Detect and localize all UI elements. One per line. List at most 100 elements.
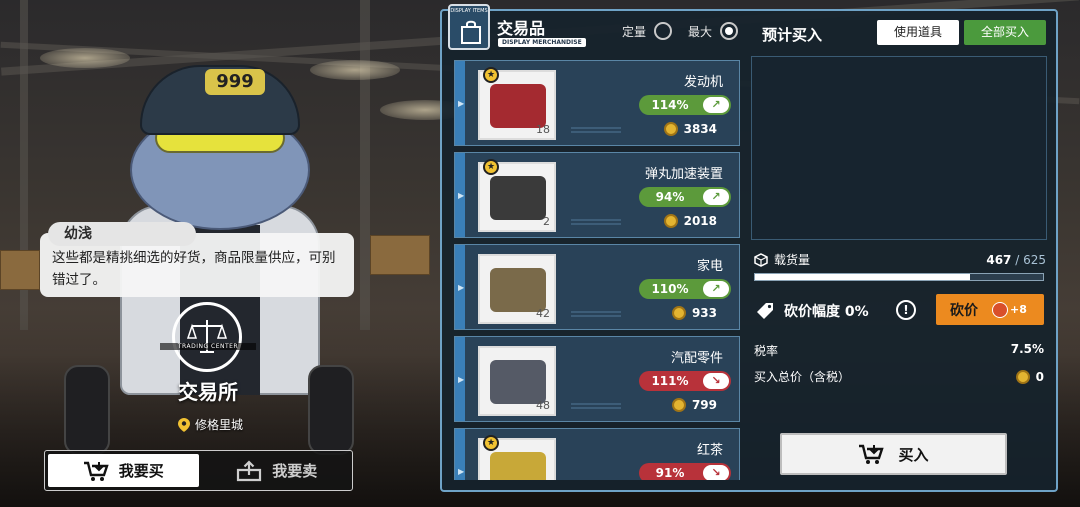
item-name: 红茶 bbox=[696, 443, 723, 458]
bargain-button[interactable]: 砍价 +8 bbox=[936, 294, 1044, 325]
item-price-value: 2018 bbox=[683, 214, 717, 228]
total-label: 买入总价（含税） bbox=[754, 370, 851, 384]
cargo-capacity: 载货量 467 / 625 bbox=[754, 251, 1046, 281]
station-name: 交易所 bbox=[178, 380, 238, 404]
item-price-value: 933 bbox=[691, 306, 717, 320]
item-ratio-value: 91% bbox=[655, 466, 685, 480]
item-thumbnail: 42 bbox=[478, 254, 556, 324]
trend-arrow-icon: ↗ bbox=[703, 189, 729, 205]
expand-arrow-icon[interactable]: ▶ bbox=[458, 283, 464, 292]
item-ratio-value: 94% bbox=[655, 190, 685, 204]
cargo-max: 625 bbox=[1023, 252, 1046, 267]
merchandise-item[interactable]: ▶ 42 家电 110% ↗ 933 bbox=[454, 244, 740, 330]
display-items-caption: DISPLAY ITEMS bbox=[450, 8, 488, 14]
buy-all-button[interactable]: 全部买入 bbox=[964, 20, 1046, 45]
coin-icon bbox=[663, 122, 678, 136]
item-name: 家电 bbox=[696, 259, 723, 274]
item-art bbox=[490, 268, 546, 312]
option-fixed-label: 定量 bbox=[622, 24, 647, 39]
expand-arrow-icon[interactable]: ▶ bbox=[458, 99, 464, 108]
dialog-speaker-name: 幼浅 bbox=[48, 222, 196, 246]
expand-arrow-icon[interactable]: ▶ bbox=[458, 375, 464, 384]
item-price-ratio: 91% ↘ bbox=[639, 463, 731, 480]
star-icon: ★ bbox=[483, 435, 499, 451]
use-item-button[interactable]: 使用道具 bbox=[877, 20, 959, 45]
sell-icon bbox=[237, 459, 262, 481]
trend-arrow-icon: ↘ bbox=[703, 373, 729, 389]
hat-badge: 999 bbox=[205, 69, 265, 95]
item-price-value: 799 bbox=[691, 398, 717, 412]
tax-label: 税率 bbox=[754, 344, 779, 358]
tab-buy[interactable]: 我要买 bbox=[48, 454, 199, 487]
bargain-label: 砍价幅度 0% bbox=[784, 304, 869, 320]
radio-fixed[interactable] bbox=[654, 22, 673, 40]
cart-icon bbox=[83, 461, 109, 481]
dialog-text: 这些都是精挑细选的好货，商品限量供应，可别错过了。 bbox=[52, 250, 336, 288]
station-location: 修格里城 bbox=[178, 416, 243, 433]
item-name: 弹丸加速装置 bbox=[644, 167, 723, 182]
coin-icon bbox=[671, 306, 686, 320]
scales-icon bbox=[186, 320, 228, 353]
tab-sell-label: 我要卖 bbox=[272, 462, 318, 480]
location-name: 修格里城 bbox=[195, 418, 244, 432]
merchandise-list[interactable]: ▶ ★ 18 发动机 114% ↗ 3834 ▶ ★ 2 弹丸加速装置 94% ↗ 2018 ▶ 42 家电 11… bbox=[454, 60, 746, 480]
shopping-bag-icon bbox=[461, 20, 481, 44]
cart-icon bbox=[859, 444, 885, 464]
expand-arrow-icon[interactable]: ▶ bbox=[458, 191, 464, 200]
item-decor-lines bbox=[571, 403, 621, 413]
total-value-wrap: 0 bbox=[1015, 369, 1044, 384]
coin-icon bbox=[663, 214, 678, 228]
item-price: 2018 bbox=[663, 214, 717, 228]
trend-arrow-icon: ↗ bbox=[703, 97, 729, 113]
bargain-info-icon[interactable]: ! bbox=[896, 300, 916, 320]
option-fixed-quantity[interactable]: 定量 bbox=[622, 22, 673, 40]
tab-sell[interactable]: 我要卖 bbox=[202, 451, 353, 490]
item-art bbox=[490, 84, 546, 128]
item-art bbox=[490, 360, 546, 404]
left-wheel bbox=[64, 365, 110, 455]
item-price: 3834 bbox=[663, 122, 717, 136]
item-ratio-value: 110% bbox=[651, 282, 689, 296]
cargo-separator: / bbox=[1011, 252, 1024, 267]
merchandise-item[interactable]: ▶ 48 汽配零件 111% ↘ 799 bbox=[454, 336, 740, 422]
merchandise-item[interactable]: ▶ ★ 18 发动机 114% ↗ 3834 bbox=[454, 60, 740, 146]
option-max-quantity[interactable]: 最大 bbox=[688, 22, 739, 40]
coin-icon bbox=[1015, 369, 1030, 384]
item-quantity: 18 bbox=[536, 123, 550, 136]
star-icon: ★ bbox=[483, 159, 499, 175]
trade-mode-tabs: 我要买 我要卖 bbox=[44, 450, 353, 491]
merchandise-item[interactable]: ▶ ★ 2 弹丸加速装置 94% ↗ 2018 bbox=[454, 152, 740, 238]
item-quantity: 48 bbox=[536, 399, 550, 412]
item-art bbox=[490, 452, 546, 480]
trading-center-emblem bbox=[172, 302, 242, 372]
item-decor-lines bbox=[571, 219, 621, 229]
item-quantity: 2 bbox=[543, 215, 550, 228]
item-ratio-value: 111% bbox=[651, 374, 689, 388]
item-thumbnail: 48 bbox=[478, 346, 556, 416]
merchandise-item[interactable]: ▶ ★ 红茶 91% ↘ bbox=[454, 428, 740, 480]
item-name: 发动机 bbox=[683, 75, 723, 90]
estimated-purchase-title: 预计买入 bbox=[762, 26, 823, 44]
bargainer-face-icon bbox=[992, 301, 1008, 318]
item-price-ratio: 114% ↗ bbox=[639, 95, 731, 115]
price-tag-icon bbox=[757, 303, 773, 319]
panel-subtitle: DISPLAY MERCHANDISE bbox=[498, 38, 586, 47]
bargain-button-label: 砍价 bbox=[950, 302, 978, 319]
buy-button[interactable]: 买入 bbox=[780, 433, 1007, 475]
emblem-caption: TRADING CENTER bbox=[160, 343, 256, 350]
cargo-label: 载货量 bbox=[774, 253, 811, 267]
cargo-progress-bar bbox=[754, 273, 1044, 281]
coin-icon bbox=[671, 398, 686, 412]
item-price: 933 bbox=[671, 306, 717, 320]
expand-arrow-icon[interactable]: ▶ bbox=[458, 467, 464, 476]
bargain-bonus: +8 bbox=[1010, 303, 1027, 316]
option-max-label: 最大 bbox=[688, 24, 713, 39]
cargo-current: 467 bbox=[986, 252, 1012, 267]
trend-arrow-icon: ↘ bbox=[703, 465, 729, 480]
location-pin-icon bbox=[178, 417, 190, 432]
tax-rate-row: 税率 7.5% bbox=[754, 342, 1044, 359]
buy-button-label: 买入 bbox=[898, 445, 929, 464]
radio-max[interactable] bbox=[720, 22, 739, 40]
cart-preview-area bbox=[751, 56, 1047, 240]
item-ratio-value: 114% bbox=[651, 98, 689, 112]
